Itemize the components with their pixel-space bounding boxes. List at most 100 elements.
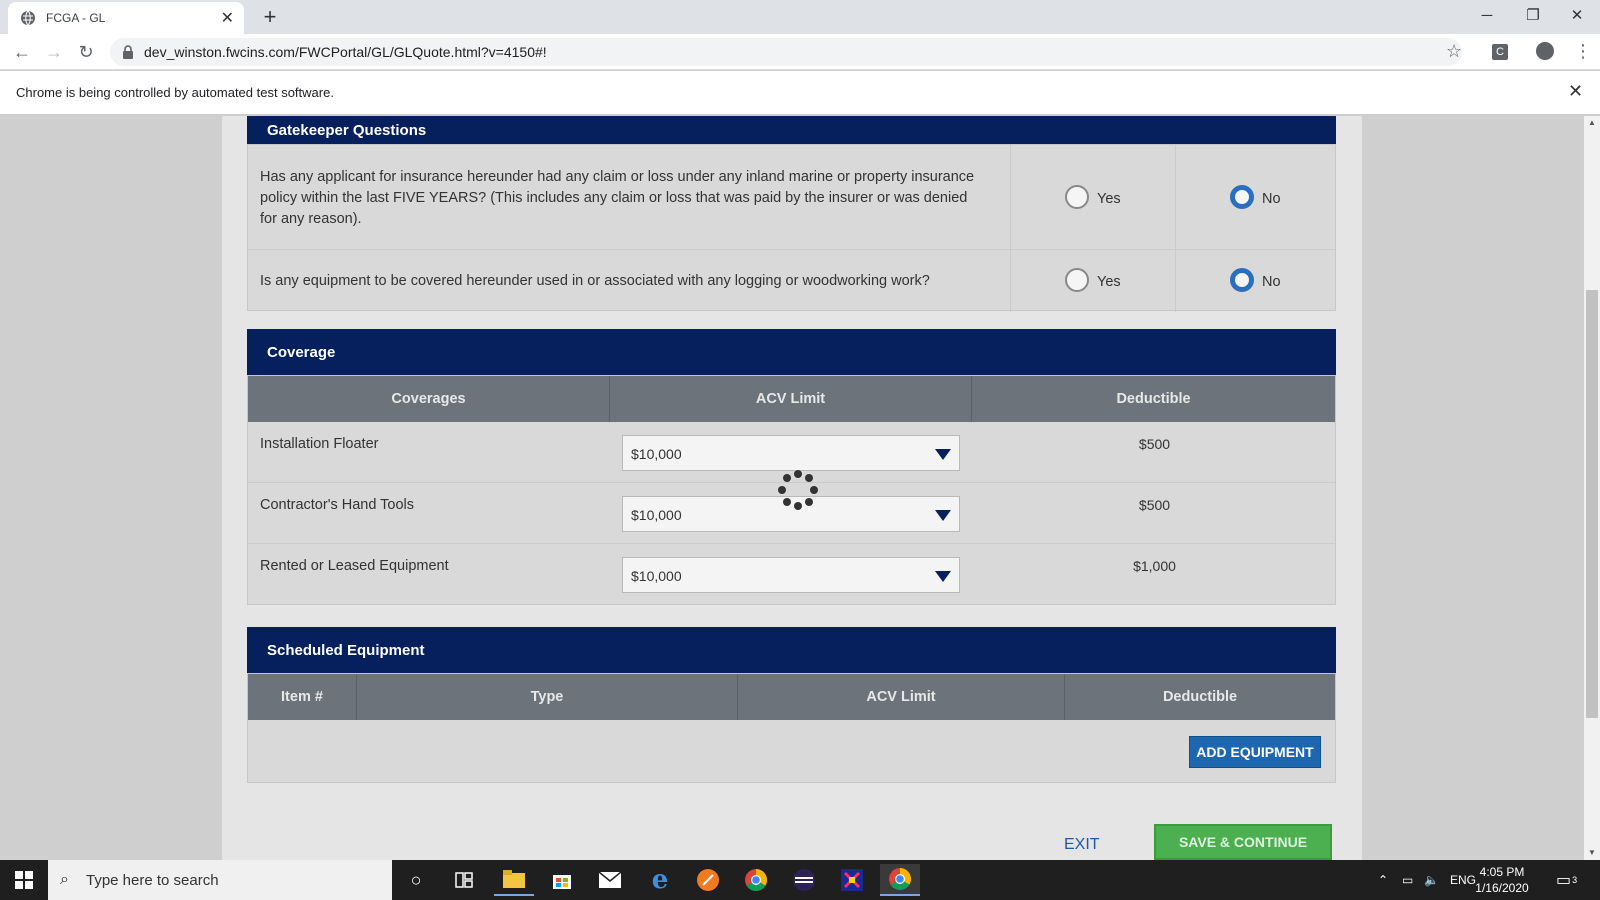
scheduled-equipment-header: Scheduled Equipment — [247, 627, 1336, 673]
url-text: dev_winston.fwcins.com/FWCPortal/GL/GLQu… — [144, 44, 547, 60]
windows-start-icon[interactable] — [0, 860, 48, 900]
search-placeholder: Type here to search — [86, 871, 219, 889]
bookmark-star-icon[interactable]: ☆ — [1446, 41, 1462, 62]
clock-time: 4:05 PM — [1479, 865, 1525, 879]
reload-icon[interactable]: ↻ — [72, 39, 100, 65]
gatekeeper-header: Gatekeeper Questions — [247, 116, 1336, 144]
loading-spinner-icon — [778, 470, 818, 510]
acv-limit-select[interactable]: $10,000 — [622, 557, 960, 593]
mail-icon[interactable] — [590, 864, 630, 896]
notification-icon[interactable]: ▭ 3 — [1556, 860, 1577, 900]
address-bar[interactable]: dev_winston.fwcins.com/FWCPortal/GL/GLQu… — [110, 38, 1462, 66]
scroll-down-icon[interactable]: ▼ — [1588, 848, 1596, 857]
exit-link[interactable]: EXIT — [1064, 836, 1100, 854]
column-header-deductible: Deductible — [1162, 689, 1238, 705]
browser-tab-bar: FCGA - GL ✕ + ─ ❐ ✕ — [0, 0, 1600, 34]
yes-option: Yes — [1010, 145, 1175, 249]
notification-count: 3 — [1572, 875, 1578, 885]
extension-icon[interactable]: C — [1492, 44, 1508, 60]
yes-radio[interactable] — [1065, 268, 1089, 292]
globe-icon — [21, 10, 35, 26]
network-icon[interactable]: ▭ — [1402, 860, 1413, 900]
chrome-active-icon[interactable] — [880, 864, 920, 896]
infobar-close-icon[interactable]: ✕ — [1568, 81, 1583, 102]
acv-limit-select[interactable]: $10,000 — [622, 435, 960, 471]
kebab-menu-icon[interactable]: ⋮ — [1574, 41, 1592, 61]
chrome-icon[interactable] — [736, 864, 776, 896]
chevron-down-icon — [935, 510, 951, 521]
deductible-value: $1,000 — [1133, 558, 1176, 574]
no-option: No — [1175, 145, 1335, 249]
profile-avatar-icon[interactable] — [1536, 42, 1554, 60]
no-label: No — [1262, 191, 1281, 207]
deductible-value: $500 — [1138, 436, 1171, 452]
gatekeeper-question-row: Is any equipment to be covered hereunder… — [248, 250, 1335, 312]
select-value: $10,000 — [631, 446, 682, 462]
coverage-header: Coverage — [247, 329, 1336, 375]
eclipse-icon[interactable] — [784, 864, 824, 896]
file-explorer-icon[interactable] — [494, 864, 534, 896]
no-radio-selected[interactable] — [1230, 185, 1254, 209]
column-header-acv-limit: ACV Limit — [738, 674, 1065, 720]
clock-date: 1/16/2020 — [1475, 881, 1529, 895]
yes-label: Yes — [1097, 274, 1121, 290]
yes-label: Yes — [1097, 191, 1121, 207]
coverage-table-header: Coverages ACV Limit Deductible — [248, 376, 1335, 422]
no-radio-selected[interactable] — [1230, 268, 1254, 292]
new-tab-icon[interactable]: + — [258, 4, 282, 30]
minimize-icon[interactable]: ─ — [1464, 0, 1510, 30]
tab-close-icon[interactable]: ✕ — [221, 8, 234, 28]
chevron-down-icon — [935, 571, 951, 582]
gatekeeper-title: Gatekeeper Questions — [267, 121, 427, 139]
coverage-name: Contractor's Hand Tools — [260, 497, 415, 513]
deductible-value: $500 — [1138, 497, 1171, 513]
taskbar-search-input[interactable]: ⌕ Type here to search — [48, 860, 392, 900]
browser-tab[interactable]: FCGA - GL ✕ — [8, 2, 244, 34]
column-header-deductible: Deductible — [1116, 391, 1191, 407]
cortana-icon[interactable]: ○ — [396, 864, 436, 896]
forward-icon[interactable]: → — [40, 39, 68, 65]
column-header-coverages: Coverages — [248, 376, 610, 422]
infobar-message: Chrome is being controlled by automated … — [16, 85, 334, 100]
internet-explorer-icon[interactable]: e — [640, 864, 680, 896]
column-header-acv-limit: ACV Limit — [610, 376, 972, 422]
volume-icon[interactable]: 🔈 — [1424, 860, 1439, 900]
lock-icon — [123, 45, 133, 59]
column-header-item: Item # — [248, 674, 357, 720]
chevron-down-icon — [935, 449, 951, 460]
ide-tool-icon[interactable] — [832, 864, 872, 896]
table-row: Rented or Leased Equipment $10,000 $1,00… — [248, 544, 1335, 605]
scheduled-table-header: Item # Type ACV Limit Deductible — [248, 674, 1335, 720]
task-view-icon[interactable] — [444, 864, 484, 896]
browser-toolbar: ← → ↻ dev_winston.fwcins.com/FWCPortal/G… — [0, 34, 1600, 70]
save-continue-button[interactable]: SAVE & CONTINUE — [1154, 824, 1332, 860]
tab-title: FCGA - GL — [46, 11, 106, 25]
select-value: $10,000 — [631, 507, 682, 523]
select-value: $10,000 — [631, 568, 682, 584]
restore-icon[interactable]: ❐ — [1510, 0, 1556, 30]
tray-chevron-up-icon[interactable]: ⌃ — [1378, 860, 1388, 900]
no-option: No — [1175, 250, 1335, 312]
scheduled-equipment-title: Scheduled Equipment — [267, 641, 425, 659]
column-header-type: Type — [357, 674, 738, 720]
question-text: Is any equipment to be covered hereunder… — [260, 273, 930, 289]
add-equipment-button[interactable]: ADD EQUIPMENT — [1189, 736, 1321, 768]
back-icon[interactable]: ← — [8, 39, 36, 65]
page-scrollbar[interactable]: ▲ ▼ — [1584, 116, 1600, 860]
automation-infobar: Chrome is being controlled by automated … — [0, 71, 1600, 115]
coverage-name: Installation Floater — [260, 436, 379, 452]
microsoft-store-icon[interactable] — [542, 864, 582, 896]
question-text: Has any applicant for insurance hereunde… — [260, 169, 975, 227]
gatekeeper-panel: Has any applicant for insurance hereunde… — [247, 144, 1336, 312]
yes-option: Yes — [1010, 250, 1175, 312]
scrollbar-thumb[interactable] — [1586, 290, 1598, 718]
yes-radio[interactable] — [1065, 185, 1089, 209]
taskbar-clock[interactable]: 4:05 PM 1/16/2020 — [1472, 864, 1532, 896]
scroll-up-icon[interactable]: ▲ — [1588, 118, 1596, 127]
coverage-name: Rented or Leased Equipment — [260, 558, 449, 574]
windows-taskbar: ⌕ Type here to search ○ e ⌃ ▭ 🔈 ENG 4:05… — [0, 860, 1600, 900]
no-label: No — [1262, 274, 1281, 290]
window-close-icon[interactable]: ✕ — [1554, 0, 1600, 30]
coverage-title: Coverage — [267, 343, 336, 361]
app-orange-icon[interactable] — [688, 864, 728, 896]
